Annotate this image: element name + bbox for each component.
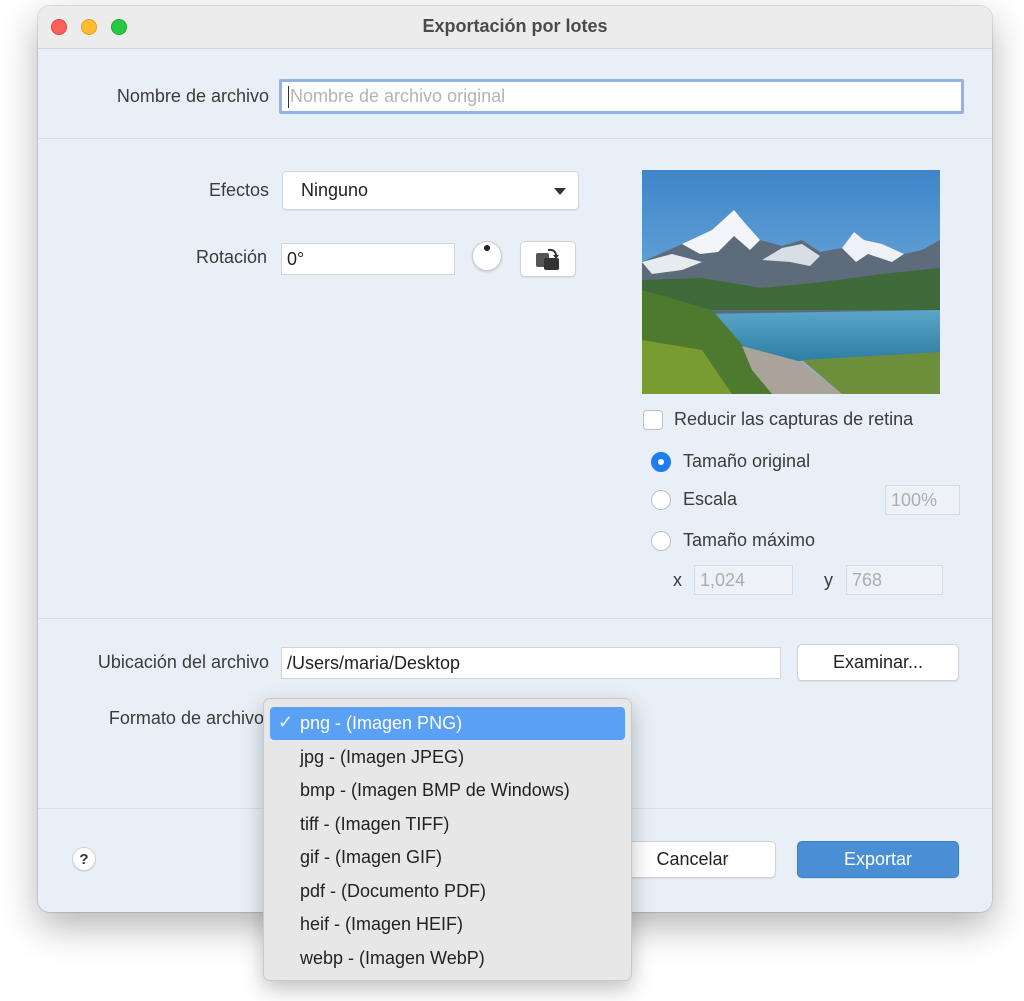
scale-value: 100% xyxy=(891,489,938,510)
scale-label: Escala xyxy=(683,489,738,509)
location-input[interactable]: /Users/maria/Desktop xyxy=(281,647,781,679)
dial-indicator xyxy=(484,245,490,251)
format-option-label: jpg - (Imagen JPEG) xyxy=(300,747,465,767)
format-option-label: webp - (Imagen WebP) xyxy=(300,948,485,968)
rotation-dial[interactable] xyxy=(472,241,502,271)
radio-original-size[interactable] xyxy=(651,452,671,472)
rotation-value: 0° xyxy=(287,248,305,269)
retina-checkbox[interactable] xyxy=(643,410,663,430)
format-option-webp[interactable]: webp - (Imagen WebP) xyxy=(270,942,625,975)
effects-label: Efectos xyxy=(208,180,269,200)
max-width-value: 1,024 xyxy=(700,569,746,590)
filename-placeholder: Nombre de archivo original xyxy=(290,86,506,106)
chevron-down-icon xyxy=(554,188,566,195)
filename-input[interactable]: Nombre de archivo original xyxy=(279,79,964,114)
help-button[interactable]: ? xyxy=(72,847,96,871)
original-size-label: Tamaño original xyxy=(683,451,811,471)
checkmark-icon: ✓ xyxy=(278,712,294,732)
preview-image xyxy=(642,170,940,394)
format-option-jpg[interactable]: jpg - (Imagen JPEG) xyxy=(270,741,625,774)
cancel-button[interactable]: Cancelar xyxy=(609,841,776,878)
format-option-label: pdf - (Documento PDF) xyxy=(300,881,487,901)
filename-label: Nombre de archivo xyxy=(116,86,269,106)
format-option-label: gif - (Imagen GIF) xyxy=(300,847,443,867)
location-label: Ubicación del archivo xyxy=(97,652,269,672)
max-height-input[interactable]: 768 xyxy=(846,565,943,595)
rotation-input[interactable]: 0° xyxy=(281,243,455,275)
format-option-pdf[interactable]: pdf - (Documento PDF) xyxy=(270,875,625,908)
format-option-tiff[interactable]: tiff - (Imagen TIFF) xyxy=(270,808,625,841)
retina-label: Reducir las capturas de retina xyxy=(674,409,914,429)
radio-max-size[interactable] xyxy=(651,531,671,551)
format-option-gif[interactable]: gif - (Imagen GIF) xyxy=(270,841,625,874)
text-caret xyxy=(288,85,289,108)
format-dropdown-menu: ✓ png - (Imagen PNG) jpg - (Imagen JPEG)… xyxy=(263,698,632,981)
format-option-label: bmp - (Imagen BMP de Windows) xyxy=(300,780,570,800)
effects-popup[interactable]: Ninguno xyxy=(282,171,579,210)
rotate-button[interactable] xyxy=(520,241,576,277)
effects-selected: Ninguno xyxy=(301,180,369,200)
format-option-bmp[interactable]: bmp - (Imagen BMP de Windows) xyxy=(270,774,625,807)
y-label: y xyxy=(824,570,833,590)
format-option-png[interactable]: ✓ png - (Imagen PNG) xyxy=(270,707,625,740)
radio-scale[interactable] xyxy=(651,490,671,510)
window-title: Exportación por lotes xyxy=(422,16,608,36)
format-option-label: png - (Imagen PNG) xyxy=(300,713,463,733)
rotation-label: Rotación xyxy=(195,247,267,267)
format-option-heif[interactable]: heif - (Imagen HEIF) xyxy=(270,908,625,941)
format-option-label: heif - (Imagen HEIF) xyxy=(300,914,464,934)
section-divider xyxy=(38,138,992,139)
export-button[interactable]: Exportar xyxy=(797,841,959,878)
format-label: Formato de archivo xyxy=(108,708,264,728)
title-bar[interactable]: Exportación por lotes xyxy=(38,6,992,49)
browse-button[interactable]: Examinar... xyxy=(797,644,959,681)
max-height-value: 768 xyxy=(852,569,883,590)
max-size-label: Tamaño máximo xyxy=(683,530,816,550)
scale-input[interactable]: 100% xyxy=(885,485,960,515)
rotate-icon xyxy=(536,248,559,270)
x-label: x xyxy=(673,570,682,590)
format-option-label: tiff - (Imagen TIFF) xyxy=(300,814,450,834)
section-divider xyxy=(38,618,992,619)
location-value: /Users/maria/Desktop xyxy=(287,652,461,673)
max-width-input[interactable]: 1,024 xyxy=(694,565,793,595)
